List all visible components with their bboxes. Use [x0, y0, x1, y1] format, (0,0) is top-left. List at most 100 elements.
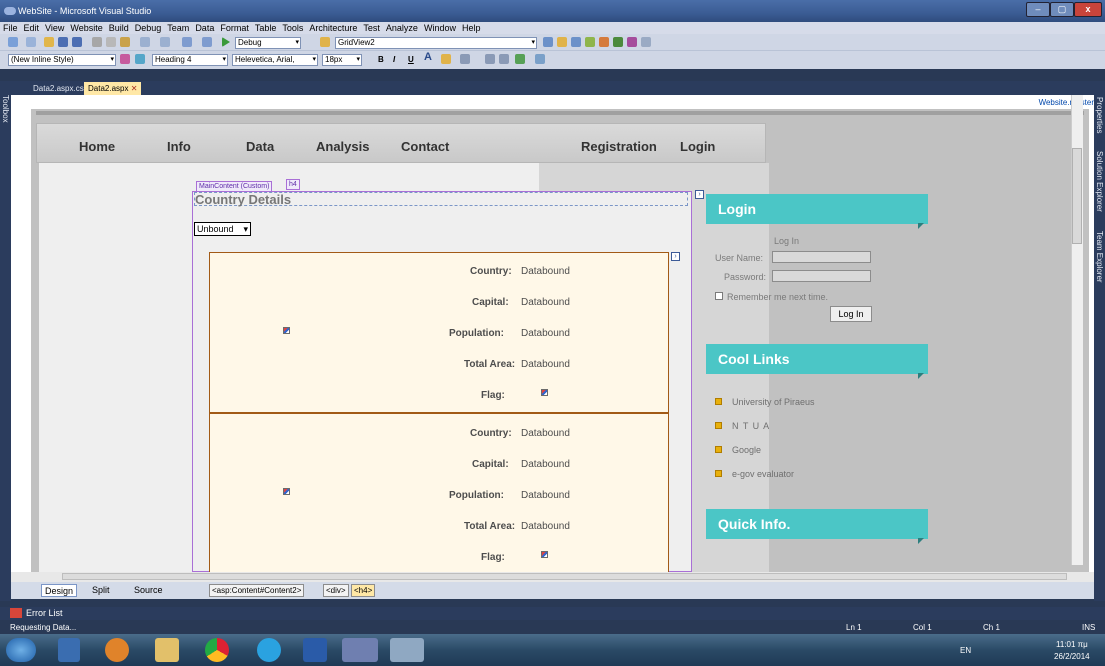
block-format-select[interactable]: Heading 4 ▾	[152, 54, 228, 66]
nav-home[interactable]: Home	[79, 139, 115, 154]
unbound-dropdown[interactable]: Unbound ▾	[194, 222, 251, 236]
check-accessibility-icon[interactable]	[535, 54, 545, 64]
link-egov-evaluator[interactable]: e-gov evaluator	[732, 469, 794, 479]
hyperlink-icon[interactable]	[515, 54, 525, 64]
nav-contact[interactable]: Contact	[401, 139, 449, 154]
new-project-icon[interactable]	[8, 37, 18, 47]
paste-icon[interactable]	[120, 37, 130, 47]
clock-date[interactable]: 26/2/2014	[1054, 652, 1090, 661]
bulleted-list-icon[interactable]	[499, 54, 509, 64]
font-name-select[interactable]: Helevetica, Arial, ▾	[232, 54, 318, 66]
menu-website[interactable]: Website	[67, 22, 105, 34]
minimize-button[interactable]: –	[1026, 2, 1050, 17]
redo-icon[interactable]	[160, 37, 170, 47]
record-template[interactable]	[209, 413, 669, 572]
team-explorer-tab[interactable]: Team Explorer	[1095, 231, 1104, 283]
object-browser-icon[interactable]	[585, 37, 595, 47]
menu-help[interactable]: Help	[459, 22, 484, 34]
password-input[interactable]	[772, 270, 871, 282]
nav-info[interactable]: Info	[167, 139, 191, 154]
maximize-button[interactable]: ▢	[1050, 2, 1074, 17]
menu-team[interactable]: Team	[164, 22, 192, 34]
master-page-tag[interactable]: Website.master	[1039, 98, 1094, 107]
underline-button[interactable]: U	[408, 54, 414, 65]
breadcrumb-h4[interactable]: <h4>	[351, 584, 376, 597]
menu-debug[interactable]: Debug	[132, 22, 165, 34]
tab-data2-aspx-cs[interactable]: Data2.aspx.cs	[29, 82, 88, 95]
smart-tag-arrow-icon[interactable]: ›	[695, 190, 704, 199]
properties-tab[interactable]: Properties	[1095, 97, 1104, 133]
menu-view[interactable]: View	[42, 22, 67, 34]
find-icon[interactable]	[320, 37, 330, 47]
solution-configuration-select[interactable]: Debug ▾	[235, 37, 301, 49]
extension-manager-icon[interactable]	[627, 37, 637, 47]
command-window-icon[interactable]	[641, 37, 651, 47]
copy-icon[interactable]	[106, 37, 116, 47]
justify-icon[interactable]	[460, 54, 470, 64]
nav-registration[interactable]: Registration	[581, 139, 657, 154]
menu-architecture[interactable]: Architecture	[306, 22, 360, 34]
menu-analyze[interactable]: Analyze	[383, 22, 421, 34]
chrome-icon[interactable]	[205, 638, 229, 662]
link-ntua[interactable]: N T U A	[732, 421, 770, 431]
record-template[interactable]	[209, 252, 669, 413]
bold-button[interactable]: B	[378, 54, 384, 65]
menu-data[interactable]: Data	[192, 22, 217, 34]
remember-checkbox[interactable]	[715, 292, 723, 300]
media-player-icon[interactable]	[58, 638, 80, 662]
nav-analysis[interactable]: Analysis	[316, 139, 369, 154]
page-heading[interactable]: Country Details	[194, 192, 688, 206]
design-surface[interactable]: Website.master Home Info Data Analysis C…	[11, 95, 1094, 572]
clock-time[interactable]: 11:01 πμ	[1056, 640, 1088, 649]
toolbox-tab[interactable]: Toolbox	[1, 95, 10, 123]
nav-login[interactable]: Login	[680, 139, 715, 154]
apply-style-icon[interactable]	[120, 54, 130, 64]
foreground-color-button[interactable]: A	[424, 52, 432, 63]
firefox-icon[interactable]	[105, 638, 129, 662]
language-indicator[interactable]: EN	[960, 646, 971, 655]
solution-explorer-icon[interactable]	[557, 37, 567, 47]
highlight-color-icon[interactable]	[441, 54, 451, 64]
menu-tools[interactable]: Tools	[279, 22, 306, 34]
formview-smart-tag-icon[interactable]: ›	[671, 252, 680, 261]
design-view-button[interactable]: Design	[41, 584, 78, 597]
find-in-files-icon[interactable]	[543, 37, 553, 47]
username-input[interactable]	[772, 251, 871, 263]
split-view-button[interactable]: Split	[89, 584, 113, 597]
toolbox-icon[interactable]	[599, 37, 609, 47]
word-icon[interactable]	[303, 638, 327, 662]
breadcrumb-content[interactable]: <asp:Content#Content2>	[209, 584, 305, 597]
menu-build[interactable]: Build	[106, 22, 132, 34]
h4-tag[interactable]: h4	[286, 179, 300, 190]
error-list-tab[interactable]: Error List	[26, 608, 63, 618]
file-explorer-icon[interactable]	[155, 638, 179, 662]
menu-format[interactable]: Format	[217, 22, 252, 34]
horizontal-scroll-thumb[interactable]	[62, 573, 1067, 580]
menu-table[interactable]: Table	[252, 22, 280, 34]
breadcrumb-div[interactable]: <div>	[323, 584, 349, 597]
open-file-icon[interactable]	[44, 37, 54, 47]
cut-icon[interactable]	[92, 37, 102, 47]
paint-icon[interactable]	[390, 638, 424, 662]
tab-data2-aspx[interactable]: Data2.aspx ✕	[84, 82, 142, 95]
skype-icon[interactable]	[257, 638, 281, 662]
menu-test[interactable]: Test	[360, 22, 383, 34]
style-select[interactable]: (New Inline Style) ▾	[8, 54, 116, 66]
source-view-button[interactable]: Source	[131, 584, 166, 597]
add-item-icon[interactable]	[26, 37, 36, 47]
start-debugging-icon[interactable]	[222, 37, 230, 47]
navigate-forward-icon[interactable]	[202, 37, 212, 47]
properties-icon[interactable]	[571, 37, 581, 47]
menu-edit[interactable]: Edit	[21, 22, 43, 34]
italic-button[interactable]: I	[393, 54, 395, 65]
start-button-icon[interactable]	[6, 638, 36, 662]
close-tab-icon[interactable]: ✕	[131, 84, 138, 93]
attach-stylesheet-icon[interactable]	[135, 54, 145, 64]
save-all-icon[interactable]	[72, 37, 82, 47]
menu-window[interactable]: Window	[421, 22, 459, 34]
visual-studio-taskbar-icon[interactable]	[342, 638, 378, 662]
main-content-tag[interactable]: MainContent (Custom)	[196, 181, 273, 192]
nav-data[interactable]: Data	[246, 139, 274, 154]
menu-file[interactable]: File	[0, 22, 21, 34]
find-target-select[interactable]: GridView2 ▾	[335, 37, 537, 49]
